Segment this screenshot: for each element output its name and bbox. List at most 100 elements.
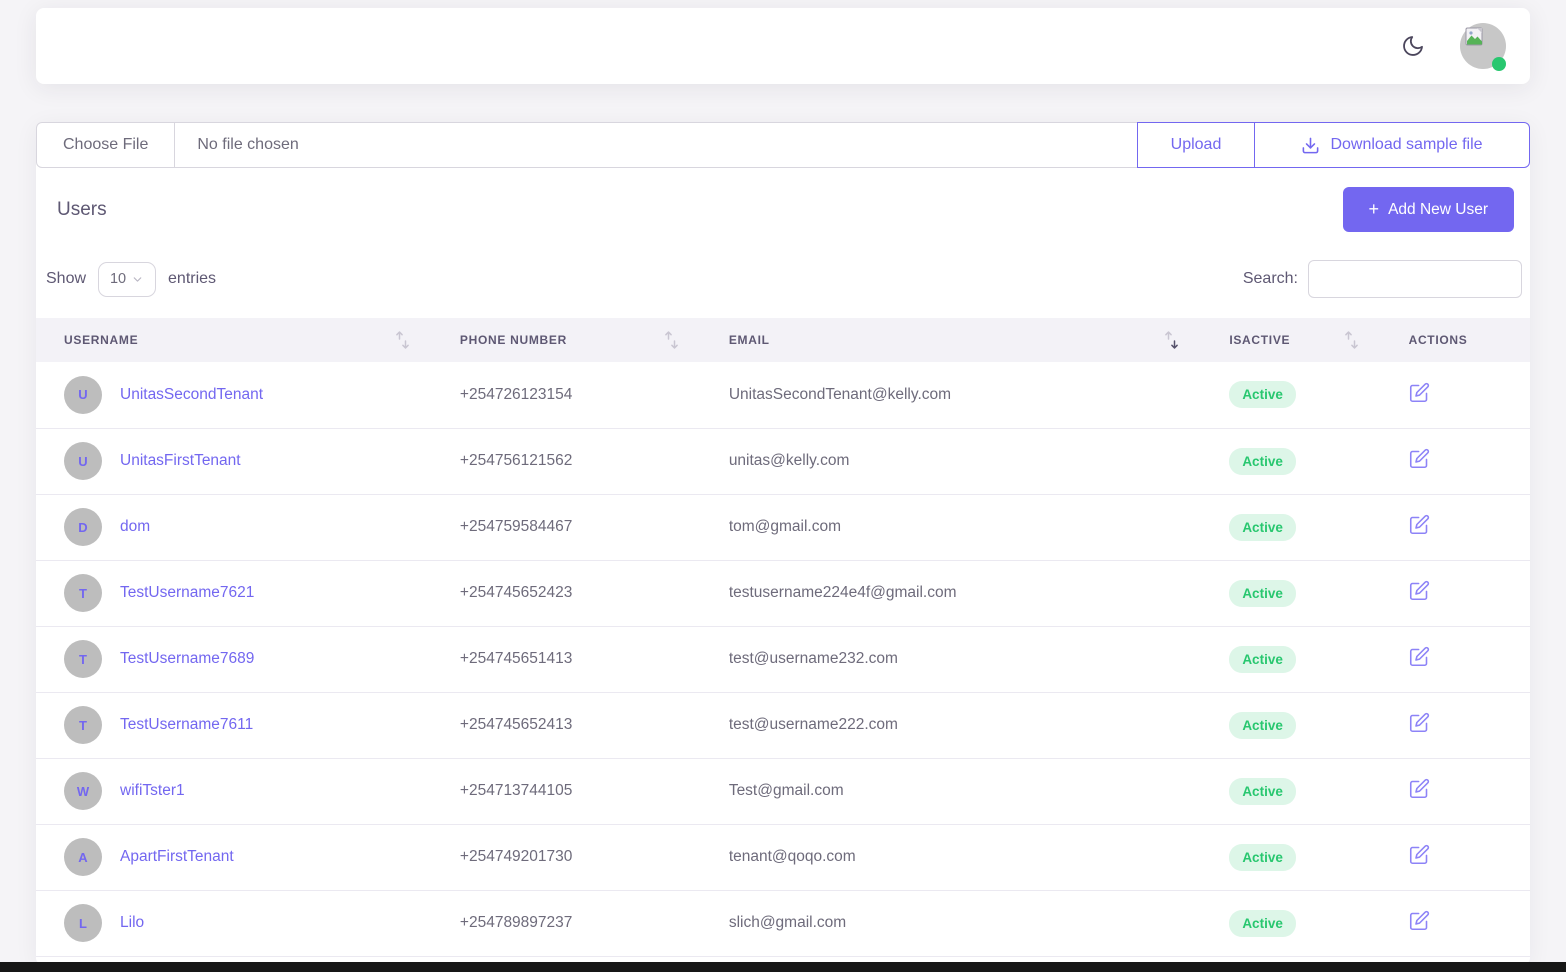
edit-user-button[interactable] [1409,646,1430,667]
edit-user-button[interactable] [1409,778,1430,799]
edit-user-button[interactable] [1409,844,1430,865]
download-sample-button[interactable]: Download sample file [1254,122,1530,168]
status-badge: Active [1229,514,1296,541]
choose-file-button[interactable]: Choose File [37,123,175,167]
moon-icon [1401,34,1425,58]
status-badge: Active [1229,381,1296,408]
username-link[interactable]: ApartFirstTenant [120,848,234,866]
add-new-user-button[interactable]: + Add New User [1343,187,1514,232]
phone-cell: +254713744105 [432,758,701,824]
user-cell: D dom [64,508,432,546]
top-navbar [36,8,1530,84]
col-header-email[interactable]: EMAIL [701,318,1202,362]
edit-user-button[interactable] [1409,448,1430,469]
user-avatar[interactable] [1460,23,1506,69]
phone-cell: +254745652423 [432,560,701,626]
file-chosen-text: No file chosen [175,136,320,154]
table-row: A ApartFirstTenant +254749201730 tenant@… [36,824,1530,890]
phone-cell: +254726123154 [432,362,701,428]
email-cell: test@username232.com [701,626,1202,692]
show-label: Show [46,270,86,288]
edit-icon [1409,712,1430,733]
sort-icons [1344,330,1359,351]
edit-icon [1409,514,1430,535]
col-header-username[interactable]: USERNAME [36,318,432,362]
col-label: USERNAME [64,333,138,347]
table-controls: Show 10 entries Search: [36,244,1530,318]
search-input[interactable] [1308,260,1522,298]
username-link[interactable]: UnitasSecondTenant [120,386,263,404]
sort-icons [395,330,410,351]
avatar: T [64,574,102,612]
edit-icon [1409,844,1430,865]
table-row: L Lilo +254789897237 slich@gmail.com Act… [36,890,1530,956]
edit-icon [1409,910,1430,931]
upload-button[interactable]: Upload [1137,122,1255,168]
phone-cell: +254745652413 [432,692,701,758]
phone-cell: +254749201730 [432,824,701,890]
user-cell: T TestUsername7621 [64,574,432,612]
username-link[interactable]: wifiTster1 [120,782,185,800]
email-cell: unitas@kelly.com [701,428,1202,494]
avatar: D [64,508,102,546]
table-row: T TestUsername7621 +254745652423 testuse… [36,560,1530,626]
avatar: W [64,772,102,810]
email-cell: test@username222.com [701,692,1202,758]
avatar: T [64,706,102,744]
edit-user-button[interactable] [1409,580,1430,601]
col-header-isactive[interactable]: ISACTIVE [1201,318,1380,362]
col-label: PHONE NUMBER [460,333,567,347]
status-badge: Active [1229,646,1296,673]
email-cell: testusername224e4f@gmail.com [701,560,1202,626]
username-link[interactable]: dom [120,518,150,536]
edit-user-button[interactable] [1409,514,1430,535]
user-cell: U UnitasFirstTenant [64,442,432,480]
avatar: A [64,838,102,876]
username-link[interactable]: TestUsername7611 [120,716,253,734]
email-cell: tom@gmail.com [701,494,1202,560]
col-label: EMAIL [729,333,770,347]
edit-user-button[interactable] [1409,910,1430,931]
email-cell: tenant@qoqo.com [701,824,1202,890]
broken-image-icon [1465,27,1485,47]
dark-mode-toggle[interactable] [1400,33,1426,59]
phone-cell: +254789897237 [432,890,701,956]
file-input[interactable]: Choose File No file chosen [36,122,1138,168]
edit-icon [1409,778,1430,799]
sort-icons [664,330,679,351]
page-size-select[interactable]: 10 [98,262,156,297]
col-header-phone[interactable]: PHONE NUMBER [432,318,701,362]
user-cell: U UnitasSecondTenant [64,376,432,414]
user-cell: L Lilo [64,904,432,942]
edit-user-button[interactable] [1409,382,1430,403]
avatar: L [64,904,102,942]
username-link[interactable]: Lilo [120,914,144,932]
entries-label: entries [168,270,216,288]
username-link[interactable]: UnitasFirstTenant [120,452,241,470]
edit-icon [1409,646,1430,667]
table-header-row: USERNAME PHONE NUMBER [36,318,1530,362]
users-card: Choose File No file chosen Upload Downlo… [36,122,1530,964]
search-label: Search: [1243,270,1298,288]
edit-icon [1409,580,1430,601]
col-header-actions: ACTIONS [1381,318,1530,362]
user-cell: T TestUsername7611 [64,706,432,744]
avatar: T [64,640,102,678]
col-label: ACTIONS [1409,333,1468,347]
search-group: Search: [1243,260,1522,298]
status-badge: Active [1229,778,1296,805]
sort-icons-active-desc [1164,330,1179,351]
edit-user-button[interactable] [1409,712,1430,733]
table-row: T TestUsername7689 +254745651413 test@us… [36,626,1530,692]
email-cell: Test@gmail.com [701,758,1202,824]
page-title: Users [57,199,107,221]
username-link[interactable]: TestUsername7689 [120,650,254,668]
status-badge: Active [1229,910,1296,937]
phone-cell: +254756121562 [432,428,701,494]
bottom-dark-bar [0,962,1566,972]
phone-cell: +254745651413 [432,626,701,692]
col-label: ISACTIVE [1229,333,1290,347]
table-row: U UnitasSecondTenant +254726123154 Unita… [36,362,1530,428]
username-link[interactable]: TestUsername7621 [120,584,254,602]
download-button-label: Download sample file [1330,136,1482,154]
